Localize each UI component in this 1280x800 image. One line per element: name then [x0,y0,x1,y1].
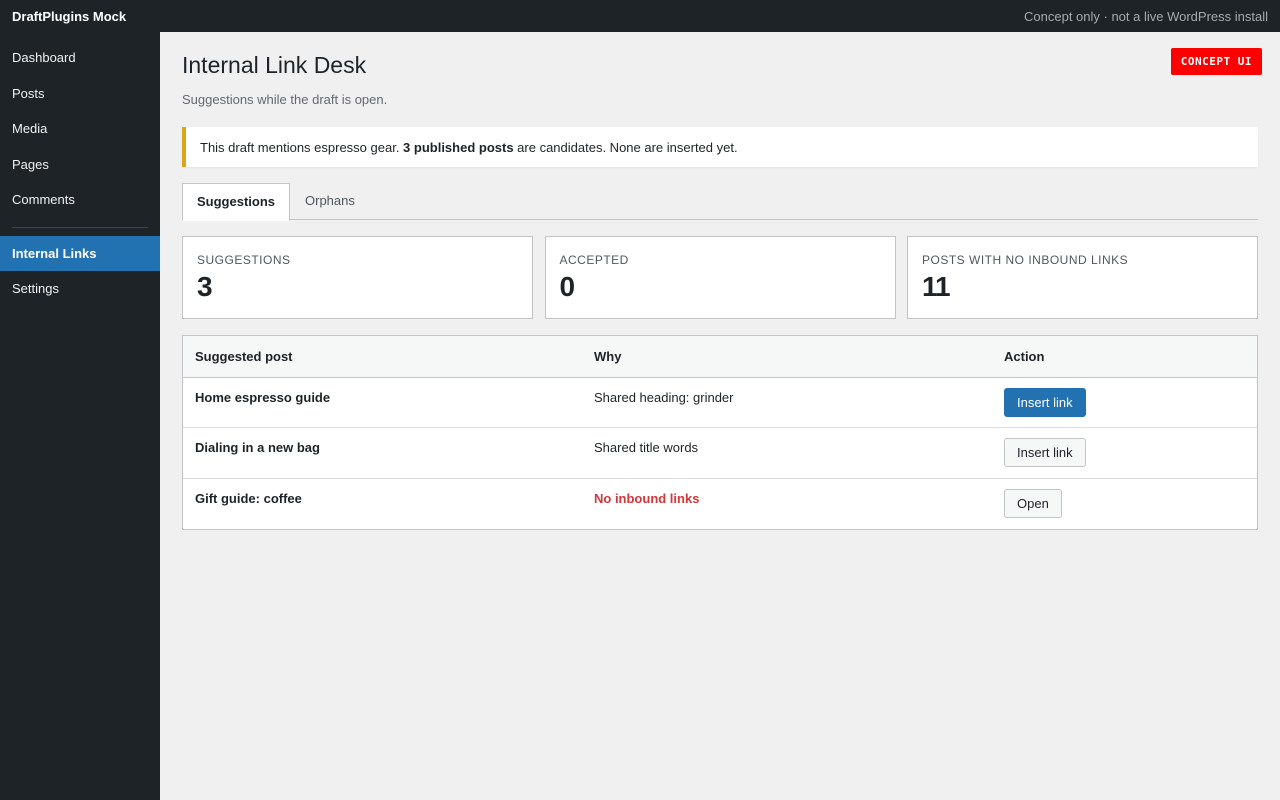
sidebar-item-dashboard[interactable]: Dashboard [0,40,160,76]
suggested-post-title: Dialing in a new bag [183,427,582,479]
admin-sidebar: Dashboard Posts Media Pages Comments Int… [0,32,160,800]
admin-bar: DraftPlugins Mock Concept only · not a l… [0,0,1280,32]
stat-label: Accepted [559,253,629,267]
sidebar-item-internal-links[interactable]: Internal Links [0,235,160,271]
stats-row: Suggestions 3 Accepted 0 Posts with no i… [182,236,1258,319]
suggestions-table: Suggested post Why Action Home espresso … [182,335,1258,530]
suggestion-reason: Shared heading: grinder [582,377,992,428]
stat-value: 0 [559,271,576,302]
sidebar-item-pages[interactable]: Pages [0,147,160,183]
insert-link-button[interactable]: Insert link [1004,387,1086,417]
insert-link-button[interactable]: Insert link [1004,438,1086,467]
table-row: Home espresso guide Shared heading: grin… [183,377,1257,428]
action-cell: Insert link [992,427,1257,479]
suggested-post-title: Gift guide: coffee [195,490,302,506]
notice-banner: This draft mentions espresso gear. 3 pub… [182,127,1258,167]
main-content: Internal Link Desk Suggestions while the… [160,32,1280,800]
action-cell: Open [992,478,1257,529]
stat-value: 11 [922,271,951,302]
suggested-post-title: Home espresso guide [183,377,582,428]
stat-label: Suggestions [197,253,291,267]
stat-card-no-inbound: Posts with no inbound links 11 [907,236,1258,319]
column-header-post: Suggested post [183,336,582,378]
sidebar-item-settings[interactable]: Settings [0,271,160,307]
table-header-row: Suggested post Why Action [183,336,1257,378]
column-header-action: Action [992,336,1257,378]
table-row: Dialing in a new bag Shared title words … [183,427,1257,479]
page-subtitle: Suggestions while the draft is open. [182,92,388,107]
stat-label: Posts with no inbound links [922,253,1129,267]
admin-bar-note: Concept only · not a live WordPress inst… [1024,8,1268,24]
open-post-button[interactable]: Open [1004,488,1062,518]
notice-text-after: are candidates. None are inserted yet. [513,139,738,155]
tab-orphans[interactable]: Orphans [291,183,369,220]
action-cell: Insert link [992,377,1257,428]
suggestion-reason-warning: No inbound links [594,490,700,506]
stat-card-suggestions: Suggestions 3 [182,236,533,319]
sidebar-item-media[interactable]: Media [0,111,160,147]
column-header-why: Why [582,336,992,378]
table-row: Gift guide: coffee No inbound links Open [183,478,1257,529]
tab-bar: Suggestions Orphans [182,183,1258,221]
site-brand[interactable]: DraftPlugins Mock [12,9,126,24]
suggestion-reason: Shared title words [582,427,992,479]
notice-text: This draft mentions espresso gear. 3 pub… [200,140,738,155]
notice-text-before: This draft mentions espresso gear. [200,139,404,155]
sidebar-divider [12,226,148,228]
tab-suggestions[interactable]: Suggestions [182,183,291,221]
stat-value: 3 [197,271,213,302]
sidebar-item-comments[interactable]: Comments [0,182,160,218]
concept-badge: CONCEPT UI [1170,48,1262,75]
sidebar-item-posts[interactable]: Posts [0,76,160,112]
stat-card-accepted: Accepted 0 [544,236,896,319]
notice-highlight: 3 published posts [403,139,514,155]
page-title: Internal Link Desk [182,52,367,78]
